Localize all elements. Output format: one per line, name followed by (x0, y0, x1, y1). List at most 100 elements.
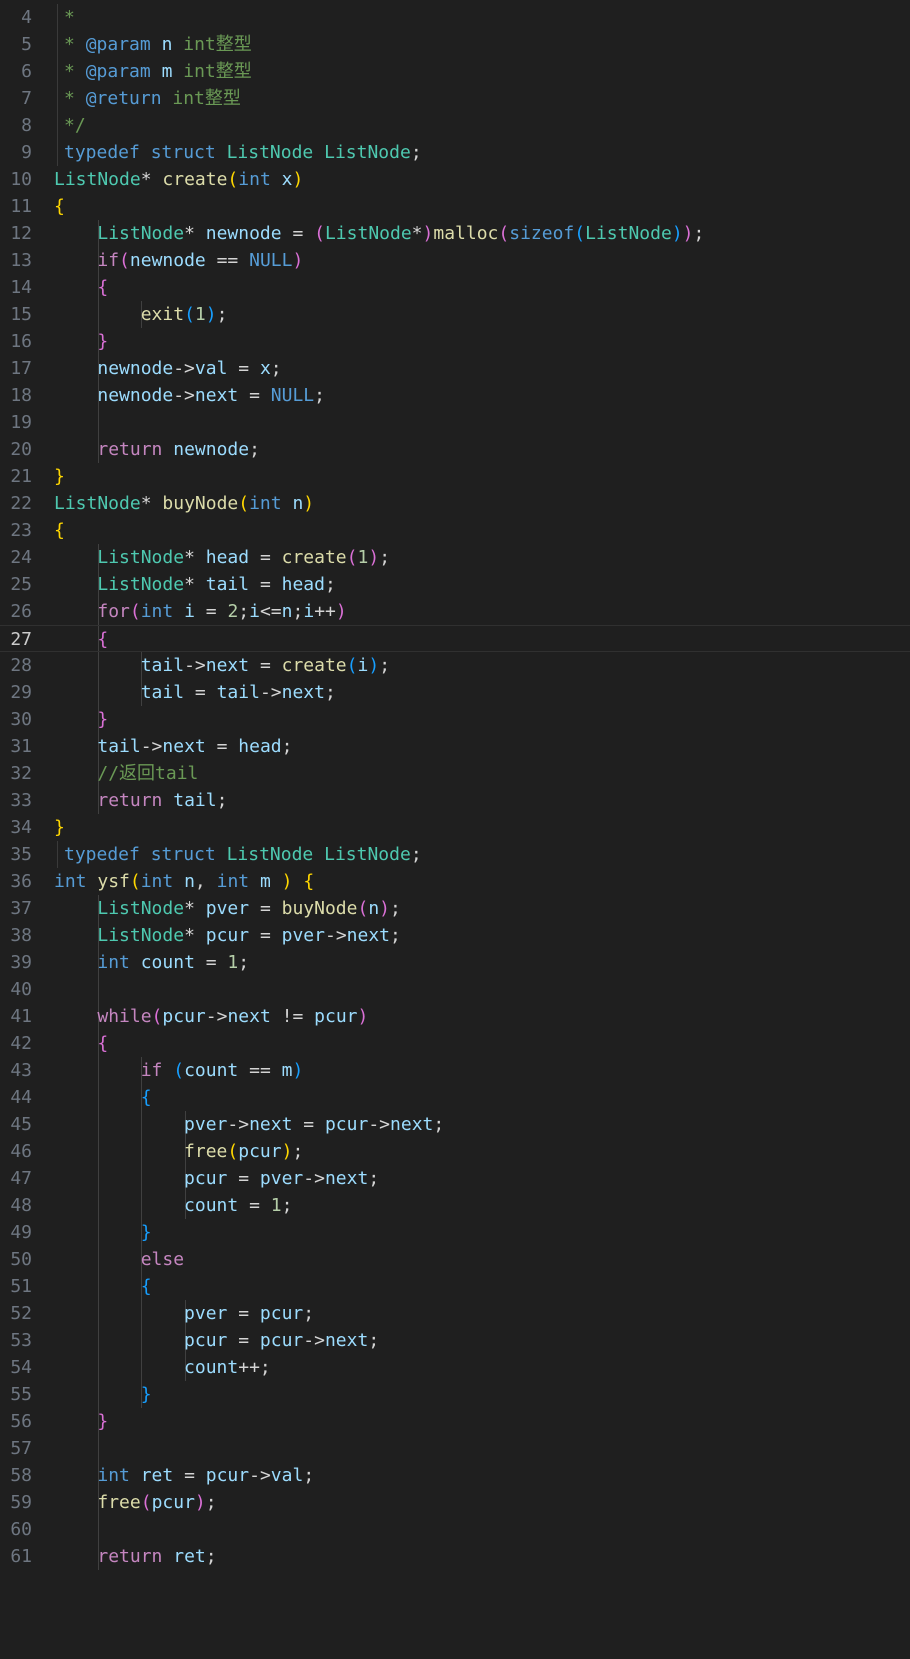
code-text[interactable]: exit(1); (54, 301, 228, 328)
code-line[interactable]: 40 (0, 976, 910, 1003)
code-line[interactable]: 9 typedef struct ListNode ListNode; (0, 139, 910, 166)
code-line[interactable]: 59 free(pcur); (0, 1489, 910, 1516)
code-line[interactable]: 11 { (0, 193, 910, 220)
code-line[interactable]: 53 pcur = pcur->next; (0, 1327, 910, 1354)
code-text[interactable]: } (54, 328, 108, 355)
code-line[interactable]: 54 count++; (0, 1354, 910, 1381)
code-text[interactable]: free(pcur); (54, 1489, 216, 1516)
code-line[interactable]: 22 ListNode* buyNode(int n) (0, 490, 910, 517)
code-text[interactable]: pver = pcur; (54, 1300, 314, 1327)
code-text[interactable]: } (54, 1381, 152, 1408)
code-text[interactable]: ListNode* create(int x) (54, 166, 303, 193)
code-line[interactable]: 6 * @param m int整型 (0, 58, 910, 85)
code-text[interactable]: ListNode* tail = head; (54, 571, 335, 598)
code-text[interactable]: * (64, 4, 75, 31)
code-text[interactable]: free(pcur); (54, 1138, 303, 1165)
code-line[interactable]: 10 ListNode* create(int x) (0, 166, 910, 193)
code-line[interactable]: 4 * (0, 4, 910, 31)
code-text[interactable]: newnode->next = NULL; (54, 382, 325, 409)
code-line[interactable]: 20 return newnode; (0, 436, 910, 463)
code-line[interactable]: 13 if(newnode == NULL) (0, 247, 910, 274)
code-line[interactable]: 50 else (0, 1246, 910, 1273)
code-line[interactable]: 58 int ret = pcur->val; (0, 1462, 910, 1489)
code-line[interactable]: 38 ListNode* pcur = pver->next; (0, 922, 910, 949)
code-line[interactable]: 48 count = 1; (0, 1192, 910, 1219)
code-line[interactable]: 37 ListNode* pver = buyNode(n); (0, 895, 910, 922)
code-line[interactable]: 44 { (0, 1084, 910, 1111)
code-text[interactable]: */ (64, 112, 86, 139)
code-line[interactable]: 28 tail->next = create(i); (0, 652, 910, 679)
code-text[interactable]: { (54, 193, 65, 220)
code-line[interactable]: 25 ListNode* tail = head; (0, 571, 910, 598)
code-line[interactable]: 24 ListNode* head = create(1); (0, 544, 910, 571)
code-text[interactable]: typedef struct ListNode ListNode; (64, 139, 422, 166)
code-line[interactable]: 36 int ysf(int n, int m ) { (0, 868, 910, 895)
code-line[interactable]: 61 return ret; (0, 1543, 910, 1570)
code-line[interactable]: 32 //返回tail (0, 760, 910, 787)
code-line[interactable]: 57 (0, 1435, 910, 1462)
code-text[interactable]: { (54, 274, 108, 301)
code-text[interactable]: count = 1; (54, 1192, 292, 1219)
code-text[interactable]: ListNode* buyNode(int n) (54, 490, 314, 517)
code-text[interactable]: } (54, 1219, 152, 1246)
code-line[interactable]: 21} (0, 463, 910, 490)
code-line[interactable]: 60 (0, 1516, 910, 1543)
code-line[interactable]: 29 tail = tail->next; (0, 679, 910, 706)
code-text[interactable]: } (54, 1408, 108, 1435)
code-text[interactable]: return ret; (54, 1543, 216, 1570)
code-line[interactable]: 56 } (0, 1408, 910, 1435)
code-line[interactable]: 55 } (0, 1381, 910, 1408)
code-text[interactable]: int ret = pcur->val; (54, 1462, 314, 1489)
code-text[interactable]: ListNode* pcur = pver->next; (54, 922, 401, 949)
code-text[interactable]: if (count == m) (54, 1057, 304, 1084)
code-line[interactable]: 23 { (0, 517, 910, 544)
code-text[interactable]: } (54, 706, 108, 733)
code-text[interactable]: ListNode* pver = buyNode(n); (54, 895, 401, 922)
code-editor[interactable]: 4 * 5 * @param n int整型 6 * @param m int整型 7 * @… (0, 0, 910, 1659)
code-text[interactable]: { (54, 517, 65, 544)
code-line[interactable]: 35 typedef struct ListNode ListNode; (0, 841, 910, 868)
code-text[interactable]: pver->next = pcur->next; (54, 1111, 444, 1138)
code-text[interactable]: } (54, 463, 65, 490)
code-line[interactable]: 17 newnode->val = x; (0, 355, 910, 382)
code-text[interactable]: else (54, 1246, 184, 1273)
code-line[interactable]: 31 tail->next = head; (0, 733, 910, 760)
code-text[interactable]: return newnode; (54, 436, 260, 463)
code-line[interactable]: 39 int count = 1; (0, 949, 910, 976)
code-text[interactable]: * @param m int整型 (64, 58, 252, 85)
code-line[interactable]: 7 * @return int整型 (0, 85, 910, 112)
code-line[interactable]: 18 newnode->next = NULL; (0, 382, 910, 409)
code-text[interactable]: pcur = pver->next; (54, 1165, 379, 1192)
code-line[interactable]: 8 */ (0, 112, 910, 139)
code-line[interactable]: 12 ListNode* newnode = (ListNode*)malloc… (0, 220, 910, 247)
code-text[interactable]: { (54, 1030, 108, 1057)
code-line[interactable]: 16 } (0, 328, 910, 355)
code-text[interactable]: int count = 1; (54, 949, 249, 976)
code-line[interactable]: 5 * @param n int整型 (0, 31, 910, 58)
code-text[interactable]: { (54, 1084, 152, 1111)
code-line[interactable]: 14 { (0, 274, 910, 301)
code-text[interactable]: tail->next = head; (54, 733, 292, 760)
code-line[interactable]: 49 } (0, 1219, 910, 1246)
code-text[interactable]: tail->next = create(i); (54, 652, 390, 679)
code-line[interactable]: 43 if (count == m) (0, 1057, 910, 1084)
code-text[interactable]: typedef struct ListNode ListNode; (64, 841, 422, 868)
code-text[interactable]: { (54, 626, 108, 651)
code-text[interactable]: * @param n int整型 (64, 31, 252, 58)
code-text[interactable]: } (54, 814, 65, 841)
code-text[interactable]: ListNode* head = create(1); (54, 544, 390, 571)
code-line[interactable]: 51 { (0, 1273, 910, 1300)
code-line[interactable]: 27 { (0, 625, 910, 652)
code-text[interactable]: { (54, 1273, 152, 1300)
code-line[interactable]: 47 pcur = pver->next; (0, 1165, 910, 1192)
code-text[interactable]: //返回tail (54, 760, 198, 787)
code-line[interactable]: 30 } (0, 706, 910, 733)
code-text[interactable]: return tail; (54, 787, 227, 814)
code-text[interactable]: ListNode* newnode = (ListNode*)malloc(si… (54, 220, 704, 247)
code-text[interactable]: for(int i = 2;i<=n;i++) (54, 598, 346, 625)
code-line[interactable]: 26 for(int i = 2;i<=n;i++) (0, 598, 910, 625)
code-line[interactable]: 19 (0, 409, 910, 436)
code-line[interactable]: 41 while(pcur->next != pcur) (0, 1003, 910, 1030)
code-line[interactable]: 42 { (0, 1030, 910, 1057)
code-line[interactable]: 33 return tail; (0, 787, 910, 814)
